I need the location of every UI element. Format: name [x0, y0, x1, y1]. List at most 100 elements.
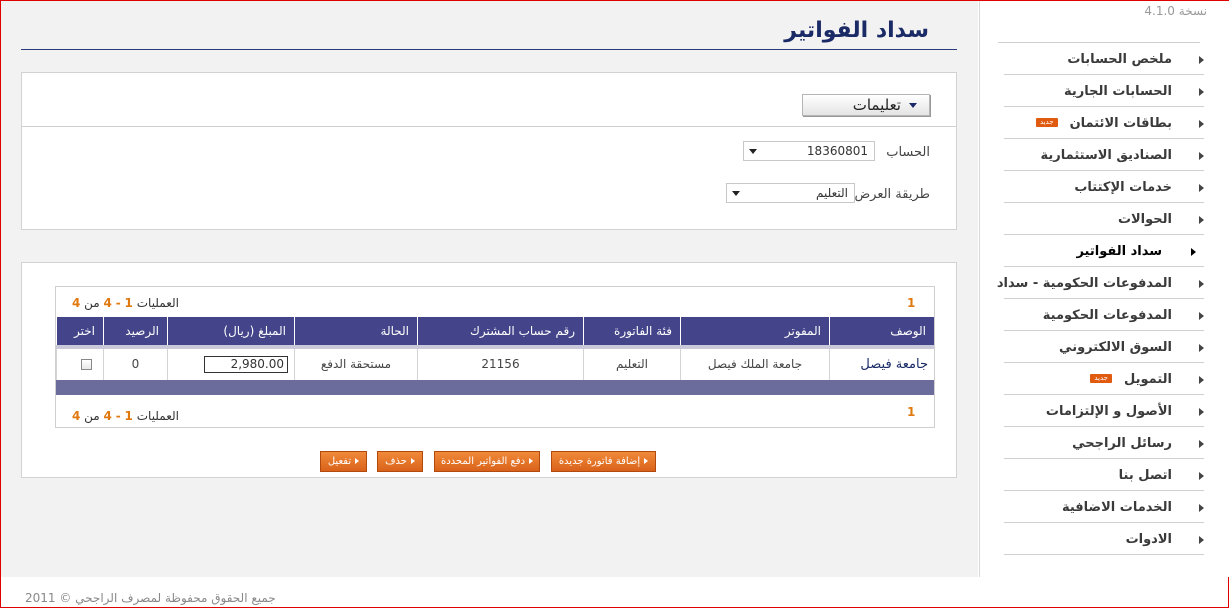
add-bill-button[interactable]: إضافة فاتورة جديدة — [551, 451, 656, 472]
account-label: الحساب — [886, 145, 930, 160]
new-badge: جديد — [1035, 118, 1058, 127]
sidebar-item-investment-funds[interactable]: الصناديق الاستثمارية — [1004, 139, 1204, 171]
sidebar-item-label: الحوالات — [1117, 212, 1172, 227]
col-select: اختر — [56, 317, 103, 345]
pager-range-sep: - — [115, 409, 121, 423]
chevron-right-icon — [1199, 152, 1204, 160]
chevron-right-icon — [1199, 344, 1204, 352]
sidebar-item-current-accounts[interactable]: الحسابات الجارية — [1004, 75, 1204, 107]
arrow-right-icon — [410, 458, 415, 464]
page-link-bottom[interactable]: 1 — [907, 405, 915, 419]
col-amount: المبلغ (ريال) — [167, 317, 294, 345]
sidebar-item-label: الأصول و الإلتزامات — [1045, 404, 1172, 419]
triangle-down-icon — [909, 103, 917, 108]
display-method-label: طريقة العرض — [854, 187, 930, 202]
chevron-right-icon — [1199, 504, 1204, 512]
pager-range-start: 1 — [124, 296, 133, 310]
pager-range-end: 4 — [103, 409, 112, 423]
sidebar-item-contact-us[interactable]: اتصل بنا — [1004, 459, 1204, 491]
pager-summary-top: العمليات 1 - 4 من 4 — [72, 296, 179, 310]
pager-label: العمليات — [136, 409, 179, 423]
instructions-divider — [22, 126, 956, 127]
account-select[interactable]: 18360801 — [743, 141, 875, 161]
instructions-toggle[interactable]: تعليمات — [802, 94, 930, 116]
sidebar-item-government-payments-sadad[interactable]: المدفوعات الحكومية - سداد — [997, 267, 1204, 299]
pager-range-sep: - — [115, 296, 121, 310]
chevron-right-icon — [1199, 472, 1204, 480]
sidebar-item-e-market[interactable]: السوق الالكتروني — [1004, 331, 1204, 363]
arrow-right-icon — [529, 458, 534, 464]
sidebar-item-label: اتصل بنا — [1118, 468, 1172, 483]
sidebar-item-transfers[interactable]: الحوالات — [1004, 203, 1204, 235]
grid-footer-bar — [56, 380, 934, 395]
sidebar-item-label: ملخص الحسابات — [1067, 52, 1172, 67]
cell-balance: 0 — [103, 349, 167, 380]
cell-status: مستحقة الدفع — [294, 349, 417, 380]
sidebar-item-assets-liabilities[interactable]: الأصول و الإلتزامات — [1004, 395, 1204, 427]
sidebar-item-label: بطاقات الائتمان — [1069, 116, 1172, 131]
sidebar-item-label: المدفوعات الحكومية — [1042, 308, 1172, 323]
display-method-select[interactable]: التعليم — [726, 183, 855, 203]
chevron-right-icon — [1191, 248, 1196, 256]
page-title: سداد الفواتير — [784, 18, 929, 43]
sidebar-item-financing[interactable]: التمويل جديد — [1004, 363, 1204, 395]
col-biller: المفوتر — [680, 317, 829, 345]
sidebar-item-alrajhi-messages[interactable]: رسائل الراجحي — [1004, 427, 1204, 459]
chevron-right-icon — [1199, 88, 1204, 96]
chevron-right-icon — [1199, 280, 1204, 288]
pager-of: من — [84, 296, 100, 310]
chevron-right-icon — [1199, 440, 1204, 448]
sidebar-item-label: سداد الفواتير — [1076, 244, 1162, 259]
account-select-value: 18360801 — [806, 144, 868, 158]
pay-selected-button[interactable]: دفع الفواتير المحددة — [434, 451, 540, 472]
sidebar-item-bill-payment[interactable]: سداد الفواتير — [1004, 235, 1204, 267]
pager-of: من — [84, 409, 100, 423]
copyright: جميع الحقوق محفوظة لمصرف الراجحي © 2011 — [25, 591, 276, 605]
col-subscriber-account: رقم حساب المشترك — [417, 317, 583, 345]
chevron-down-icon — [749, 149, 757, 154]
col-category: فئة الفاتورة — [583, 317, 680, 345]
chevron-right-icon — [1199, 56, 1204, 64]
display-method-value: التعليم — [816, 186, 848, 200]
sidebar-item-label: التمويل — [1124, 372, 1172, 387]
cell-category: التعليم — [583, 349, 680, 380]
sidebar-item-credit-cards[interactable]: بطاقات الائتمان جديد — [1004, 107, 1204, 139]
pager-total: 4 — [71, 409, 81, 423]
chevron-right-icon — [1199, 312, 1204, 320]
activate-button[interactable]: تفعيل — [320, 451, 367, 472]
pager-label: العمليات — [136, 296, 179, 310]
arrow-right-icon — [355, 458, 360, 464]
table-row: جامعة فيصل جامعة الملك فيصل التعليم 2115… — [56, 349, 934, 380]
chevron-right-icon — [1199, 536, 1204, 544]
pager-range-end: 4 — [103, 296, 112, 310]
page-link-top[interactable]: 1 — [907, 296, 915, 310]
chevron-right-icon — [1199, 408, 1204, 416]
arrow-right-icon — [644, 458, 649, 464]
sidebar-item-label: السوق الالكتروني — [1059, 340, 1172, 355]
sidebar-item-tools[interactable]: الادوات — [1004, 523, 1204, 555]
grid-header: الوصف المفوتر فئة الفاتورة رقم حساب المش… — [56, 317, 934, 345]
chevron-down-icon — [732, 191, 740, 196]
cell-select — [56, 349, 103, 380]
sidebar-item-accounts-summary[interactable]: ملخص الحسابات — [1004, 43, 1204, 75]
amount-input[interactable]: 2,980.00 — [204, 356, 288, 373]
pager-summary-bottom: العمليات 1 - 4 من 4 — [72, 409, 179, 423]
instructions-label: تعليمات — [852, 96, 901, 114]
sidebar-item-government-payments[interactable]: المدفوعات الحكومية — [1004, 299, 1204, 331]
col-balance: الرصيد — [103, 317, 167, 345]
sidebar-item-additional-services[interactable]: الخدمات الاضافية — [1004, 491, 1204, 523]
select-checkbox[interactable] — [81, 359, 92, 370]
chevron-right-icon — [1199, 184, 1204, 192]
chevron-right-icon — [1199, 216, 1204, 224]
sidebar-item-label: خدمات الإكتتاب — [1074, 180, 1172, 195]
sidebar-item-label: الصناديق الاستثمارية — [1040, 148, 1172, 163]
cell-subscriber-account: 21156 — [417, 349, 583, 380]
chevron-right-icon — [1199, 376, 1204, 384]
cell-description[interactable]: جامعة فيصل — [829, 349, 934, 380]
sidebar-item-ipo-services[interactable]: خدمات الإكتتاب — [1004, 171, 1204, 203]
delete-button[interactable]: حذف — [377, 451, 423, 472]
pager-range-start: 1 — [124, 409, 133, 423]
sidebar-item-label: الحسابات الجارية — [1063, 84, 1172, 99]
sidebar-item-label: رسائل الراجحي — [1072, 436, 1172, 451]
chevron-right-icon — [1199, 120, 1204, 128]
